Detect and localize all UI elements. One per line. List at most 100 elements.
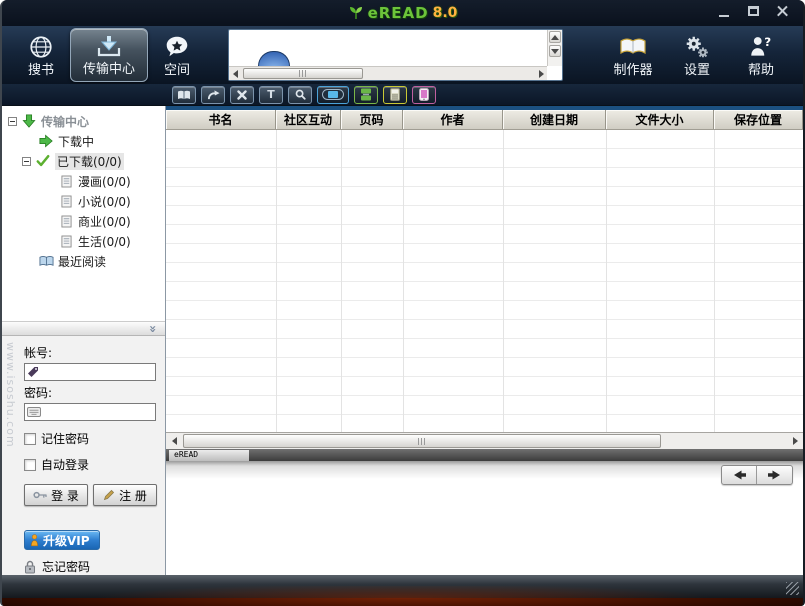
login-collapse-bar[interactable]: [2, 321, 165, 336]
main-area: 书名 社区互动 页码 作者 创建日期 文件大小 保存位置: [166, 106, 803, 575]
column-header-created-date[interactable]: 创建日期: [503, 110, 606, 129]
tree-item-novels[interactable]: 小说(0/0): [2, 191, 165, 211]
main-toolbar: 搜书 传输中心 空间: [2, 26, 803, 84]
scroll-left-button[interactable]: [229, 68, 241, 79]
transfer-center-button[interactable]: 传输中心: [70, 28, 148, 82]
download-tray-icon: [95, 32, 123, 60]
green-right-arrow-icon: [38, 133, 54, 149]
remember-password-checkbox[interactable]: [24, 433, 36, 445]
tree-item-comics[interactable]: 漫画(0/0): [2, 171, 165, 191]
maker-button[interactable]: 制作器: [601, 28, 665, 82]
logo-version: 8.0: [433, 5, 458, 21]
text-tool-button[interactable]: T: [259, 86, 283, 104]
tree-root-transfer-center[interactable]: 传输中心: [2, 111, 165, 131]
delete-x-icon: [237, 90, 247, 100]
forward-button[interactable]: [757, 466, 792, 484]
mp4-device-icon: [360, 88, 372, 101]
scrollbar-thumb[interactable]: [243, 68, 363, 79]
column-header-save-location[interactable]: 保存位置: [714, 110, 803, 129]
window-bottom-edge: [2, 598, 803, 606]
smartphone-device-button[interactable]: [412, 86, 436, 104]
phone-device-button[interactable]: [383, 86, 407, 104]
auto-login-checkbox[interactable]: [24, 459, 36, 471]
register-button[interactable]: 注 册: [93, 484, 157, 506]
search-books-button[interactable]: 搜书: [12, 28, 70, 82]
tree-item-label: 生活(0/0): [78, 233, 131, 250]
scroll-left-button[interactable]: [166, 433, 182, 449]
blue-sphere-graphic: [258, 51, 290, 66]
column-header-book-name[interactable]: 书名: [166, 110, 276, 129]
tree-item-business[interactable]: 商业(0/0): [2, 211, 165, 231]
scroll-right-button[interactable]: [535, 68, 547, 79]
upgrade-vip-button[interactable]: 升级VIP: [24, 530, 100, 550]
mp4-device-button[interactable]: [354, 86, 378, 104]
vip-person-icon: [30, 534, 39, 547]
panel-horizontal-scrollbar[interactable]: [229, 66, 547, 80]
tag-icon: [27, 366, 39, 381]
space-button[interactable]: 空间: [148, 28, 206, 82]
tree-item-downloaded[interactable]: 已下载(0/0): [2, 151, 165, 171]
thumb-grip: [418, 438, 426, 445]
svg-text:?: ?: [764, 35, 771, 49]
minimize-button[interactable]: [717, 5, 733, 19]
column-header-community[interactable]: 社区互动: [276, 110, 341, 129]
key-icon: [33, 491, 47, 499]
delete-tool-button[interactable]: [230, 86, 254, 104]
resize-grip[interactable]: [786, 582, 799, 595]
login-button[interactable]: 登 录: [24, 484, 88, 506]
left-arrow-icon: [168, 437, 177, 445]
phone-device-icon: [390, 88, 400, 101]
column-header-pages[interactable]: 页码: [341, 110, 403, 129]
title-bar[interactable]: eREAD 8.0: [2, 0, 803, 26]
forgot-password-link[interactable]: 忘记密码: [24, 558, 157, 575]
maximize-button[interactable]: [746, 5, 762, 19]
tree-item-life[interactable]: 生活(0/0): [2, 231, 165, 251]
right-arrow-icon: [539, 70, 548, 78]
green-check-icon: [35, 153, 51, 169]
tree-item-label: 漫画(0/0): [78, 173, 131, 190]
collapse-expander-icon[interactable]: [22, 157, 31, 166]
column-divider: [341, 130, 342, 432]
logo-sprout-icon: [348, 5, 364, 21]
account-input[interactable]: [24, 363, 156, 381]
column-header-file-size[interactable]: 文件大小: [606, 110, 714, 129]
gears-icon: [684, 33, 710, 61]
star-bubble-icon: [164, 33, 190, 61]
table-horizontal-scrollbar[interactable]: [166, 432, 803, 449]
tree-item-recent-reading[interactable]: 最近阅读: [2, 251, 165, 271]
tree-item-downloading[interactable]: 下载中: [2, 131, 165, 151]
tab-eread[interactable]: eREAD: [169, 450, 249, 461]
scrollbar-thumb[interactable]: [183, 434, 661, 448]
password-input[interactable]: [24, 403, 156, 421]
column-divider: [403, 130, 404, 432]
help-button[interactable]: ? 帮助: [729, 28, 793, 82]
document-icon: [58, 213, 74, 229]
scroll-right-button[interactable]: [787, 433, 803, 449]
book-list-body[interactable]: [166, 130, 803, 432]
pencil-icon: [103, 489, 115, 501]
column-header-author[interactable]: 作者: [403, 110, 503, 129]
document-icon: [58, 173, 74, 189]
collapse-expander-icon[interactable]: [8, 117, 17, 126]
auto-login-label: 自动登录: [41, 456, 89, 473]
sidebar: 传输中心 下载中 已下载(0/0): [2, 106, 166, 575]
text-tool-icon: T: [267, 88, 275, 101]
panel-vertical-scrollbar[interactable]: [547, 30, 562, 66]
open-book-icon: [618, 33, 648, 61]
scroll-up-button[interactable]: [549, 31, 561, 43]
search-tool-button[interactable]: [288, 86, 312, 104]
column-divider: [276, 130, 277, 432]
open-book-tool-button[interactable]: [172, 86, 196, 104]
back-button[interactable]: [722, 466, 757, 484]
scroll-down-button[interactable]: [549, 45, 561, 57]
tree-item-label: 已下载(0/0): [55, 153, 124, 170]
chevron-down-icon: [146, 325, 160, 333]
settings-button[interactable]: 设置: [665, 28, 729, 82]
undo-tool-button[interactable]: [201, 86, 225, 104]
tree-item-label: 下载中: [58, 133, 94, 150]
close-button[interactable]: [775, 5, 791, 19]
psp-device-button[interactable]: [317, 86, 349, 104]
settings-label: 设置: [684, 64, 710, 78]
column-divider: [714, 130, 715, 432]
right-arrow-icon: [793, 437, 802, 445]
